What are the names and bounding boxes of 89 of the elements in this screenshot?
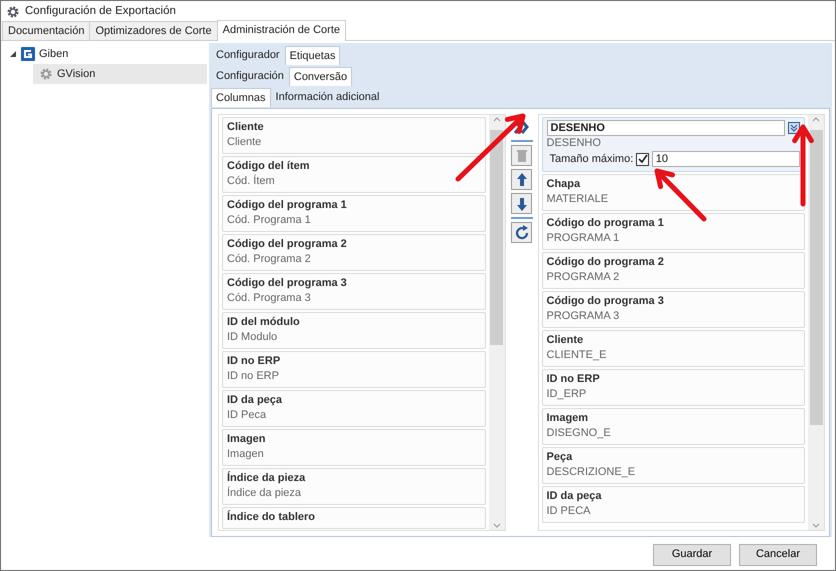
column-item[interactable]: ID da peça ID PECA: [542, 486, 805, 522]
column-title: Código do programa 3: [546, 294, 665, 308]
column-item[interactable]: Código do programa 3 PROGRAMA 3: [542, 290, 805, 328]
max-size-label: Tamaño máximo:: [550, 152, 634, 167]
down-button[interactable]: [511, 193, 532, 214]
column-field: CLIENTE_E: [546, 348, 800, 362]
column-field: ID_ERP: [546, 386, 800, 402]
max-size-field[interactable]: 10: [652, 151, 800, 168]
column-field: Índice da pieza: [227, 486, 480, 501]
column-field: Cód. Programa 2: [227, 252, 480, 267]
column-field: PROGRAMA 3: [546, 308, 800, 324]
tab[interactable]: Administración de Corte: [216, 20, 346, 41]
column-field: ID no ERP: [227, 369, 480, 384]
column-title: Código do programa 1: [546, 216, 665, 230]
column-item[interactable]: Código do programa 1 PROGRAMA 1: [542, 212, 805, 250]
column-field: Cliente: [227, 135, 480, 150]
tree-item[interactable]: GVision: [33, 64, 207, 84]
column-item[interactable]: ID no ERP ID no ERP: [222, 351, 486, 388]
refresh-button[interactable]: [511, 222, 532, 243]
tab[interactable]: Información adicional: [270, 87, 384, 107]
column-title: Índice da pieza: [227, 471, 306, 486]
column-field: DESCRIZIONE_E: [546, 464, 800, 480]
column-field: ID PECA: [546, 504, 800, 518]
title-field[interactable]: DESENHO: [546, 120, 786, 136]
tab[interactable]: Etiquetas: [284, 46, 340, 65]
column-item[interactable]: Índice da pieza Índice da pieza: [222, 468, 486, 505]
column-title: Cliente: [227, 120, 265, 135]
collapse-icon[interactable]: [788, 122, 800, 134]
gear-icon: [39, 67, 53, 81]
column-title: Código del programa 3: [227, 276, 348, 291]
column-field: PROGRAMA 1: [546, 230, 800, 246]
column-field: Cód. Programa 1: [227, 213, 480, 228]
column-title: Código del ítem: [227, 159, 310, 174]
column-title: Imagen: [227, 432, 267, 447]
column-title: Índice do tablero: [227, 510, 316, 525]
column-field: Cód. Ítem: [227, 174, 480, 189]
column-item[interactable]: Código do programa 2 PROGRAMA 2: [542, 252, 805, 288]
column-field: ID Peca: [227, 408, 480, 423]
column-item[interactable]: Código del programa 1 Cód. Programa 1: [222, 195, 486, 232]
column-item[interactable]: Chapa MATERIALE: [542, 174, 805, 210]
tab[interactable]: Configurador: [211, 45, 285, 65]
dialog-button[interactable]: Guardar: [653, 544, 731, 566]
settings-icon: [6, 4, 20, 18]
tab[interactable]: Documentación: [2, 21, 90, 40]
tab[interactable]: Optimizadores de Corte: [89, 21, 218, 40]
window-title: Configuración de Exportación: [25, 4, 176, 19]
checkbox[interactable]: [636, 152, 650, 166]
column-item[interactable]: ID da peça ID Peca: [222, 390, 486, 427]
column-title: Cliente: [546, 332, 584, 348]
column-item[interactable]: Código del programa 2 Cód. Programa 2: [222, 234, 486, 271]
column-item[interactable]: Cliente Cliente: [222, 117, 486, 154]
column-title: Código do programa 2: [546, 254, 665, 270]
column-item[interactable]: Imagem DISEGNO_E: [542, 408, 805, 444]
tab[interactable]: Configuración: [211, 66, 289, 86]
column-title: Imagem: [546, 410, 590, 426]
column-title: ID del módulo: [227, 315, 301, 330]
annotation-arrow: [456, 114, 526, 182]
column-item[interactable]: ID del módulo ID Modulo: [222, 312, 486, 349]
column-item[interactable]: Cliente CLIENTE_E: [542, 330, 805, 366]
column-item[interactable]: Imagen Imagen: [222, 429, 486, 466]
column-title: Peça: [546, 450, 574, 464]
logo-icon: [21, 47, 35, 61]
column-field: DESENHO: [546, 136, 800, 151]
tab[interactable]: Conversão: [288, 67, 352, 86]
column-item[interactable]: ID no ERP ID_ERP: [542, 368, 805, 406]
column-item[interactable]: Peça DESCRIZIONE_E: [542, 446, 805, 484]
dialog-button[interactable]: Cancelar: [739, 544, 817, 566]
column-field: Imagen: [227, 447, 480, 462]
column-title: Código del programa 1: [227, 198, 348, 213]
tree-item[interactable]: Giben: [39, 46, 68, 62]
column-field: MATERIALE: [546, 192, 800, 206]
column-title: ID da peça: [546, 488, 603, 504]
column-title: Código del programa 2: [227, 237, 348, 252]
column-item[interactable]: Código del ítem Cód. Ítem: [222, 156, 486, 193]
up-button[interactable]: [511, 169, 532, 190]
column-field: DISEGNO_E: [546, 426, 800, 440]
column-editor[interactable]: DESENHO DESENHO Tamaño máximo: 10: [542, 117, 805, 172]
column-title: Chapa: [546, 176, 582, 192]
column-title: ID no ERP: [546, 372, 601, 386]
column-field: ID Modulo: [227, 330, 480, 345]
column-title: ID da peça: [227, 393, 284, 408]
column-item[interactable]: Código del programa 3 Cód. Programa 3: [222, 273, 486, 310]
expand-triangle-icon[interactable]: [9, 50, 17, 58]
column-title: ID no ERP: [227, 354, 282, 369]
column-field: PROGRAMA 2: [546, 270, 800, 284]
column-field: Cód. Programa 3: [227, 291, 480, 306]
tab[interactable]: Columnas: [211, 88, 271, 107]
column-item[interactable]: Índice do tablero: [222, 507, 486, 529]
check-icon: [638, 154, 648, 164]
